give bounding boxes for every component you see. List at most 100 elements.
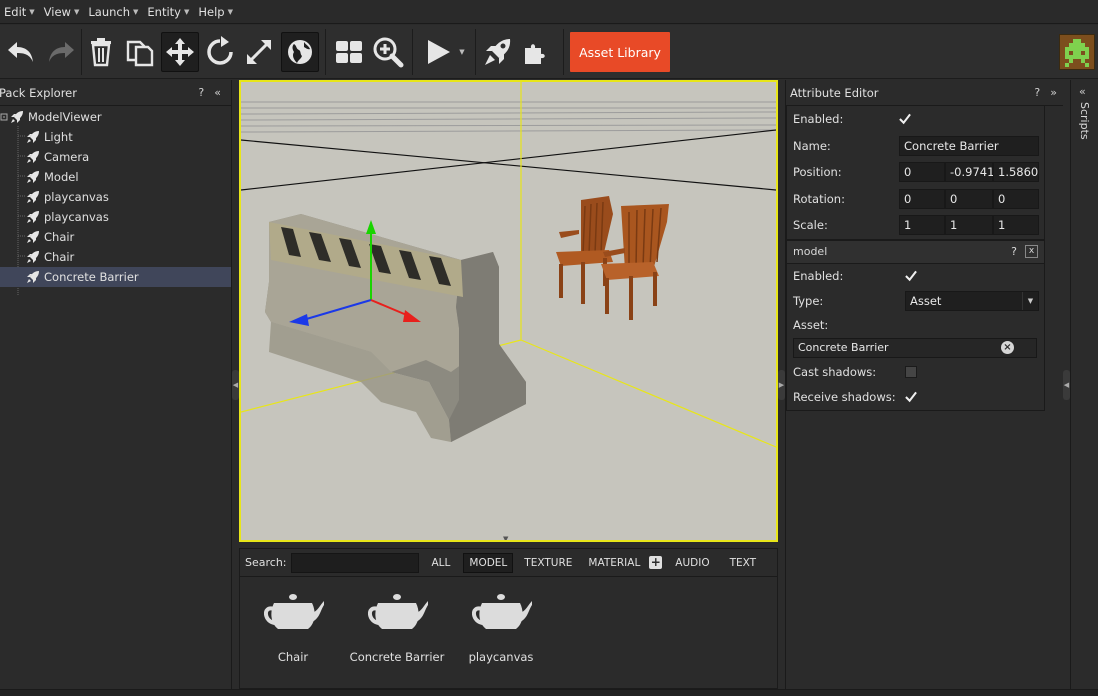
undo-icon: [8, 42, 33, 62]
add-asset-button[interactable]: +: [649, 556, 663, 569]
model-component-header: model ? x: [787, 239, 1044, 264]
tree-item-playcanvas[interactable]: playcanvas: [0, 207, 231, 227]
grid-icon: [336, 41, 362, 63]
model-type-select[interactable]: Asset ▼: [905, 291, 1039, 311]
zoom-button[interactable]: [369, 32, 407, 72]
layout-button[interactable]: [330, 32, 368, 72]
filter-all[interactable]: ALL: [427, 554, 456, 572]
rotation-y-field[interactable]: 0: [945, 188, 993, 209]
model-asset-value: Concrete Barrier: [798, 341, 889, 354]
menu-entity[interactable]: Entity ▼: [143, 5, 194, 19]
help-icon[interactable]: ?: [1034, 86, 1040, 99]
model-type-row: Type: Asset ▼: [787, 289, 1044, 314]
attribute-editor-header: Attribute Editor ? »: [786, 80, 1063, 106]
asset-library-button[interactable]: Asset Library: [570, 32, 670, 72]
receive-shadows-row: Receive shadows:: [787, 385, 1044, 410]
position-label: Position:: [793, 165, 842, 180]
tree-item-chair[interactable]: Chair: [0, 247, 231, 267]
scripts-panel-handle[interactable]: ◀: [1063, 370, 1070, 400]
tree-item-camera[interactable]: Camera: [0, 147, 231, 167]
duplicate-button[interactable]: [121, 32, 159, 72]
scale-x-field[interactable]: 1: [899, 215, 945, 236]
entity-rocket-icon: [26, 190, 40, 204]
menu-launch-label: Launch: [88, 4, 131, 19]
asset-tile-label: Concrete Barrier: [349, 650, 445, 664]
tree-item-root[interactable]: ModelViewer: [0, 107, 231, 127]
packages-button[interactable]: [518, 32, 556, 72]
translate-tool-button[interactable]: [161, 32, 199, 72]
tree-item-label: Model: [44, 170, 79, 184]
filter-material[interactable]: MATERIAL: [583, 554, 645, 572]
left-panel-handle[interactable]: ◀: [232, 370, 239, 400]
remove-component-button[interactable]: x: [1025, 245, 1038, 258]
scale-tool-button[interactable]: [240, 32, 278, 72]
world-space-toggle[interactable]: [281, 32, 319, 72]
model-enabled-checkbox[interactable]: [905, 270, 917, 282]
enabled-checkbox[interactable]: [899, 113, 911, 125]
launch-button[interactable]: ▼: [416, 32, 472, 72]
chevron-down-icon[interactable]: ▼: [503, 535, 508, 540]
3d-viewport[interactable]: ▼: [239, 80, 778, 542]
pack-explorer-panel: Pack Explorer ? « ModelViewer Light Came…: [0, 80, 232, 689]
cast-shadows-checkbox[interactable]: [905, 366, 917, 378]
model-asset-field[interactable]: Concrete Barrier ×: [793, 337, 1037, 358]
expand-panel-icon[interactable]: «: [1079, 85, 1086, 98]
menu-launch[interactable]: Launch ▼: [84, 5, 143, 19]
tree-item-model[interactable]: Model: [0, 167, 231, 187]
publish-button[interactable]: [479, 32, 517, 72]
delete-button[interactable]: [82, 32, 120, 72]
menu-entity-label: Entity: [147, 4, 181, 19]
chevron-down-icon: ▼: [73, 7, 80, 16]
tree-item-playcanvas[interactable]: playcanvas: [0, 187, 231, 207]
menu-help[interactable]: Help ▼: [194, 5, 238, 19]
scale-z-field[interactable]: 1: [993, 215, 1039, 236]
tree-item-label: Camera: [44, 150, 90, 164]
asset-tile-concrete-barrier[interactable]: Concrete Barrier: [347, 589, 447, 664]
model-component-title: model: [793, 245, 828, 258]
asset-tile-label: Chair: [277, 650, 309, 664]
filter-audio[interactable]: AUDIO: [670, 554, 714, 572]
filter-text[interactable]: TEXT: [725, 554, 761, 572]
tree-item-concrete-barrier[interactable]: Concrete Barrier: [0, 267, 231, 287]
collapse-panel-icon[interactable]: »: [1050, 86, 1057, 99]
entity-rocket-icon: [26, 150, 40, 164]
menu-view[interactable]: View ▼: [40, 5, 85, 19]
toolbar-divider: [325, 29, 326, 75]
rotation-z-field[interactable]: 0: [993, 188, 1039, 209]
filter-model[interactable]: MODEL: [463, 552, 514, 573]
search-input[interactable]: [290, 552, 419, 573]
undo-button[interactable]: [2, 32, 40, 72]
rotate-tool-button[interactable]: [201, 32, 239, 72]
position-z-field[interactable]: 1.5860: [993, 162, 1039, 183]
name-field[interactable]: Concrete Barrier: [899, 135, 1039, 156]
menu-edit[interactable]: Edit ▼: [0, 5, 40, 19]
entity-rocket-icon: [26, 270, 40, 284]
tree-item-chair[interactable]: Chair: [0, 227, 231, 247]
rocket-icon: [485, 39, 511, 65]
help-icon[interactable]: ?: [1011, 245, 1017, 258]
rotation-x-field[interactable]: 0: [899, 188, 945, 209]
asset-tile-playcanvas[interactable]: playcanvas: [451, 589, 551, 664]
tree-item-light[interactable]: Light: [0, 127, 231, 147]
clear-asset-icon[interactable]: ×: [1001, 341, 1014, 354]
position-x-field[interactable]: 0: [899, 162, 945, 183]
scripts-panel[interactable]: « Scripts: [1070, 80, 1098, 689]
help-icon[interactable]: ?: [198, 86, 204, 99]
filter-texture[interactable]: TEXTURE: [519, 554, 577, 572]
asset-tile-chair[interactable]: Chair: [243, 589, 343, 664]
scale-y-field[interactable]: 1: [945, 215, 993, 236]
asset-tile-label: playcanvas: [468, 650, 534, 664]
receive-shadows-checkbox[interactable]: [905, 391, 917, 403]
redo-button[interactable]: [42, 32, 80, 72]
model-component: model ? x Enabled: Type: Asset ▼ Asset: …: [786, 239, 1045, 411]
asset-search-bar: Search: ALL MODEL TEXTURE MATERIAL + AUD…: [240, 549, 777, 577]
chevron-right-icon: ▶: [778, 381, 785, 389]
collapse-panel-icon[interactable]: «: [214, 86, 221, 99]
position-y-field[interactable]: -0.9741: [945, 162, 994, 183]
attribute-editor-title: Attribute Editor: [790, 85, 879, 100]
menu-bar: Edit ▼ View ▼ Launch ▼ Entity ▼ Help ▼: [0, 0, 1098, 24]
menu-help-label: Help: [198, 4, 225, 19]
entity-rocket-icon: [26, 230, 40, 244]
avatar[interactable]: [1059, 34, 1095, 70]
right-panel-handle[interactable]: ▶: [778, 370, 785, 400]
